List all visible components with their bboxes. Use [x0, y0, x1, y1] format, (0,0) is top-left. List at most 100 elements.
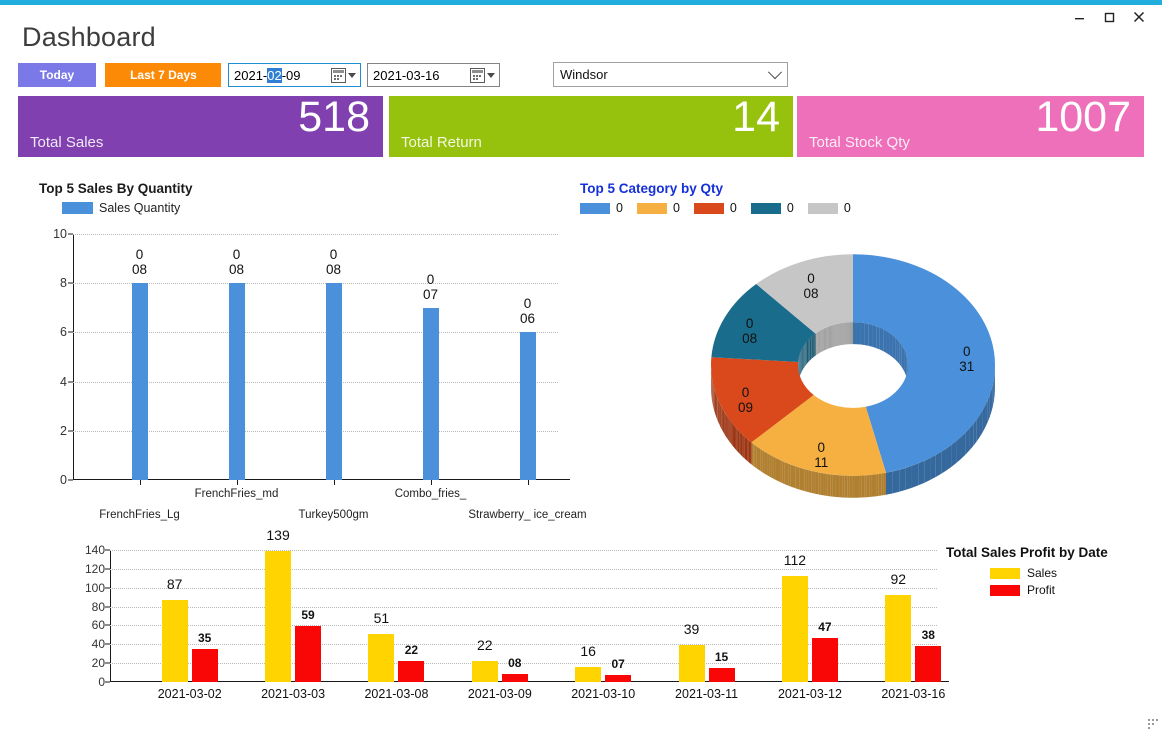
donut-slice-side: [789, 464, 791, 487]
donut-slice-inner-side: [810, 338, 811, 361]
donut-slice-side: [879, 474, 881, 496]
window-controls: [1064, 5, 1154, 29]
y-axis-tick-label: 140: [85, 543, 105, 557]
donut-slice-inner-side: [823, 329, 824, 351]
date-from-dropdown[interactable]: [331, 68, 360, 83]
bar-data-label: 47: [818, 620, 831, 634]
donut-slice-inner-side: [807, 340, 808, 363]
donut-slice-inner-side: [828, 326, 829, 348]
date-to-picker[interactable]: 2021-03-16: [367, 63, 500, 87]
donut-slice-inner-side: [807, 341, 808, 364]
gridline: [110, 569, 937, 570]
donut-data-label-line: 11: [814, 455, 828, 470]
donut-slice-inner-side: [806, 342, 807, 365]
legend-swatch: [637, 203, 667, 214]
donut-slice-side: [734, 425, 735, 448]
minimize-icon[interactable]: [1064, 5, 1094, 29]
donut-slice-inner-side: [905, 351, 906, 376]
x-axis-category-label: FrenchFries_md: [195, 488, 279, 500]
donut-slice-side: [809, 470, 811, 493]
last-7-days-button[interactable]: Last 7 Days: [105, 63, 221, 87]
donut-slice-side: [768, 454, 770, 477]
donut-slice-side: [797, 467, 799, 490]
legend-item: 0: [751, 201, 794, 215]
donut-slice-inner-side: [825, 327, 826, 349]
donut-slice-inner-side: [816, 333, 817, 356]
donut-slice-inner-side: [817, 332, 818, 355]
donut-slice-inner-side: [832, 325, 833, 347]
donut-slice-inner-side: [852, 322, 853, 344]
donut-slice-inner-side: [869, 324, 873, 347]
legend-swatch: [694, 203, 724, 214]
donut-slice-inner-side: [847, 322, 848, 344]
bar-profit: [915, 646, 941, 682]
donut-slice-side: [722, 408, 723, 431]
bar-data-label: 08: [508, 656, 521, 670]
donut-slice-side: [912, 463, 918, 487]
resize-grip-icon[interactable]: [1145, 716, 1158, 729]
x-axis-category-label: 2021-03-08: [364, 687, 428, 701]
bar-profit: [812, 638, 838, 682]
y-tick-mark: [68, 234, 73, 235]
date-to-dropdown[interactable]: [470, 68, 499, 83]
legend-item: Profit: [990, 583, 1057, 597]
donut-slice-side: [840, 475, 842, 497]
donut-slice-side: [793, 465, 795, 488]
donut-slice-side: [717, 396, 718, 419]
bar-data-label-line: 0: [132, 247, 147, 262]
donut-slice-side: [855, 476, 857, 498]
donut-slice-inner-side: [861, 323, 865, 346]
x-axis-category-label: Turkey500gm: [299, 509, 369, 521]
legend-label: 0: [616, 201, 623, 215]
donut-slice-inner-side: [880, 328, 883, 352]
donut-graphic: 031011009008008: [708, 228, 998, 518]
x-axis-category-label: 2021-03-10: [571, 687, 635, 701]
donut-data-label: 031: [959, 343, 974, 373]
y-tick-mark: [105, 587, 110, 588]
date-from-picker[interactable]: 2021-02-09: [228, 63, 361, 87]
x-tick-mark: [237, 480, 238, 485]
bar-data-label: 38: [922, 628, 935, 642]
donut-slice-side: [778, 459, 780, 482]
donut-slice-side: [956, 437, 961, 463]
donut-slice-side: [823, 473, 825, 495]
location-select[interactable]: Windsor: [553, 62, 788, 87]
donut-slice-side: [723, 409, 724, 432]
top-5-sales-by-quantity-chart: Sales Quantity 0246810008FrenchFries_Lg0…: [22, 196, 562, 526]
bar-data-label: 35: [198, 631, 211, 645]
x-axis-category-label: 2021-03-16: [881, 687, 945, 701]
donut-slice-side: [751, 442, 753, 465]
legend-swatch: [990, 568, 1020, 579]
y-axis-tick-label: 80: [92, 600, 105, 614]
date-from-selected-segment[interactable]: 02: [267, 68, 281, 83]
donut-slice-side: [850, 476, 852, 498]
donut-slice-side: [973, 419, 977, 446]
donut-slice-side: [747, 439, 748, 462]
donut-slice-inner-side: [809, 339, 810, 362]
donut-slice-side: [776, 458, 778, 481]
donut-slice-inner-side: [822, 329, 823, 351]
donut-slice-inner-side: [815, 334, 816, 357]
kpi-label: Total Return: [401, 134, 482, 151]
x-axis-category-label: 2021-03-03: [261, 687, 325, 701]
legend-label: 0: [844, 201, 851, 215]
donut-slice-side: [936, 452, 941, 477]
donut-slice-inner-side: [813, 335, 814, 358]
y-axis-tick-label: 20: [92, 656, 105, 670]
date-from-suffix: -09: [282, 68, 301, 83]
date-to-value: 2021-03-16: [368, 68, 470, 83]
maximize-icon[interactable]: [1094, 5, 1124, 29]
donut-slice-inner-side: [811, 337, 812, 360]
donut-slice-inner-side: [857, 322, 861, 344]
donut-slice-inner-side: [873, 325, 877, 348]
donut-slice-side: [784, 462, 786, 485]
legend-item: 0: [808, 201, 851, 215]
close-icon[interactable]: [1124, 5, 1154, 29]
donut-slice-side: [791, 465, 793, 488]
today-button[interactable]: Today: [18, 63, 96, 87]
donut-data-label-line: 0: [804, 271, 819, 286]
donut-slice-side: [802, 468, 804, 491]
legend-label: Profit: [1027, 583, 1055, 597]
donut-slice-side: [886, 471, 893, 494]
donut-slice-inner-side: [805, 344, 806, 367]
